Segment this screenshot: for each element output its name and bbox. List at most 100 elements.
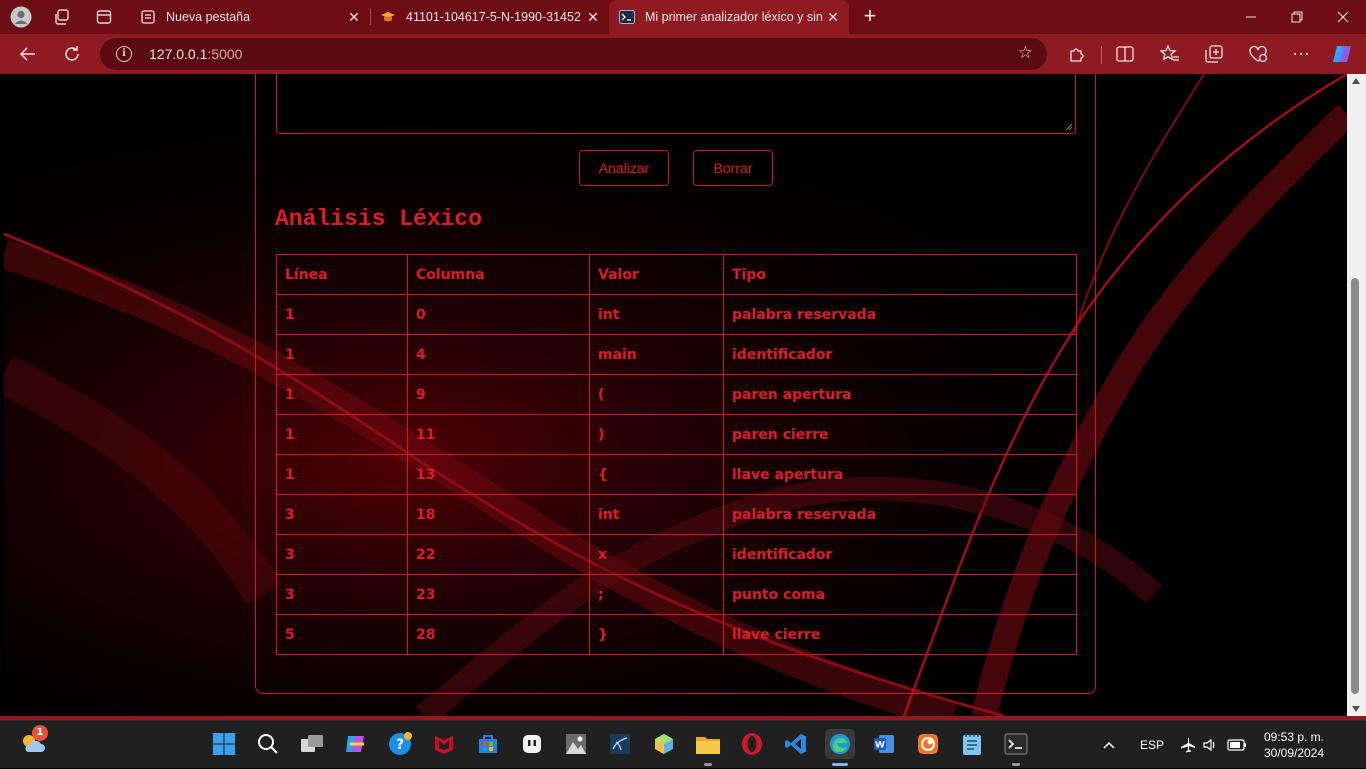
tab-actions-icon[interactable]: [93, 6, 115, 28]
navigation-bar: i 127.0.0.1:5000 ☆ ⋯: [0, 34, 1366, 74]
new-tab-button[interactable]: +: [858, 5, 882, 29]
opera-icon[interactable]: [737, 729, 767, 759]
cell-value: {: [589, 454, 724, 495]
code-input-textarea[interactable]: [276, 74, 1076, 134]
airplane-mode-icon[interactable]: [1180, 721, 1196, 769]
tab-new-tab[interactable]: Nueva pestaña ✕: [130, 0, 370, 34]
more-options-icon[interactable]: ⋯: [1289, 42, 1313, 66]
cell-line: 3: [276, 534, 408, 575]
cell-column: 23: [407, 574, 590, 615]
word-icon[interactable]: W: [869, 729, 899, 759]
clock-time: 09:53 p. m.: [1263, 730, 1325, 744]
table-row: 3 18 int palabra reservada: [276, 494, 1077, 535]
search-icon[interactable]: [253, 729, 283, 759]
restore-button[interactable]: [1274, 0, 1320, 34]
workspaces-icon[interactable]: [51, 6, 73, 28]
cell-value: x: [589, 534, 724, 575]
address-bar[interactable]: i 127.0.0.1:5000 ☆: [100, 38, 1047, 70]
input-language[interactable]: ESP: [1140, 721, 1164, 769]
tab-title: Nueva pestaña: [166, 10, 251, 24]
crunchyroll-icon[interactable]: [913, 729, 943, 759]
column-header-type: Tipo: [723, 254, 1077, 295]
table-row: 1 9(paren apertura: [276, 374, 1077, 415]
profile-avatar-icon[interactable]: [10, 6, 32, 28]
3d-app-icon[interactable]: [649, 729, 679, 759]
weather-widget-icon[interactable]: 1: [18, 725, 48, 758]
table-row: 1 13{llave apertura: [276, 454, 1077, 495]
close-tab-icon[interactable]: ✕: [583, 9, 603, 26]
cell-column: 4: [407, 334, 590, 375]
cell-value: int: [589, 494, 724, 535]
system-clock[interactable]: 09:53 p. m. 30/09/2024: [1254, 729, 1334, 761]
table-body: 1 0 int palabra reservada 1 4 main identificado…: [276, 294, 1077, 655]
cell-type: palabra reservada: [723, 494, 1077, 535]
reader-icon: [380, 9, 396, 25]
table-row: 1 0 int palabra reservada: [276, 294, 1077, 335]
cell-column: 13: [407, 454, 590, 495]
back-button[interactable]: [15, 42, 41, 66]
clock-date: 30/09/2024: [1263, 746, 1325, 760]
extensions-icon[interactable]: [1065, 42, 1089, 66]
edge-icon[interactable]: [825, 729, 855, 759]
copilot-app-icon[interactable]: [341, 729, 371, 759]
copilot-icon[interactable]: [1330, 42, 1354, 66]
photo-app-icon[interactable]: [561, 729, 591, 759]
terminal-app-icon[interactable]: [1001, 729, 1031, 759]
scrollbar-thumb[interactable]: [1351, 278, 1359, 694]
cell-value: }: [589, 614, 724, 655]
tab-title: Mi primer analizador léxico y sint: [645, 10, 823, 24]
cell-type: paren apertura: [723, 374, 1077, 415]
chat-app-icon[interactable]: [517, 729, 547, 759]
show-hidden-icons-chevron-icon[interactable]: [1102, 721, 1116, 769]
file-explorer-icon[interactable]: [693, 729, 723, 759]
terminal-icon: [619, 9, 635, 25]
site-info-icon[interactable]: i: [116, 46, 132, 62]
column-header-line: Línea: [276, 254, 408, 295]
analyze-button[interactable]: Analizar: [579, 150, 669, 186]
browser-essentials-icon[interactable]: [1246, 42, 1270, 66]
scroll-up-arrow-icon[interactable]: [1352, 78, 1360, 84]
minimize-button[interactable]: [1228, 0, 1274, 34]
tab-pdf-document[interactable]: 41101-104617-5-N-1990-31452 ✕: [370, 0, 609, 34]
cell-line: 1: [276, 414, 408, 455]
cell-type: identificador: [723, 534, 1077, 575]
favorites-icon[interactable]: [1158, 42, 1182, 66]
mysql-workbench-icon[interactable]: [605, 729, 635, 759]
close-tab-icon[interactable]: ✕: [344, 9, 364, 26]
vscode-icon[interactable]: [781, 729, 811, 759]
cell-line: 1: [276, 334, 408, 375]
table-row: 1 4 main identificador: [276, 334, 1077, 375]
page-scrollbar[interactable]: [1347, 74, 1366, 716]
resize-grip-icon[interactable]: [1065, 123, 1073, 131]
tab-analyzer[interactable]: Mi primer analizador léxico y sint ✕: [609, 0, 849, 34]
cell-line: 3: [276, 494, 408, 535]
favorite-star-icon[interactable]: ☆: [1018, 43, 1033, 63]
notepad-icon[interactable]: [957, 729, 987, 759]
column-header-value: Valor: [589, 254, 724, 295]
cell-type: identificador: [723, 334, 1077, 375]
refresh-button[interactable]: [59, 42, 85, 66]
cell-value: ;: [589, 574, 724, 615]
table-row: 3 23; punto coma: [276, 574, 1077, 615]
battery-icon[interactable]: [1227, 721, 1247, 769]
scroll-down-arrow-icon[interactable]: [1352, 706, 1360, 712]
volume-icon[interactable]: [1202, 721, 1218, 769]
microsoft-store-icon[interactable]: [473, 729, 503, 759]
help-icon[interactable]: ?: [385, 729, 415, 759]
svg-text:W: W: [875, 741, 885, 751]
url-text: 127.0.0.1:5000: [149, 46, 243, 62]
windows-taskbar: 1 ? W ESP 09:53 p. m. 30/09/2024: [0, 720, 1366, 768]
close-window-button[interactable]: [1320, 0, 1366, 34]
mcafee-icon[interactable]: [429, 729, 459, 759]
start-button-icon[interactable]: [209, 729, 239, 759]
task-view-icon[interactable]: [297, 729, 327, 759]
close-tab-icon[interactable]: ✕: [823, 9, 843, 26]
cell-column: 18: [407, 494, 590, 535]
table-header-row: Línea Columna Valor Tipo: [276, 254, 1077, 295]
page-viewport: Analizar Borrar Análisis Léxico Línea Co…: [4, 74, 1347, 716]
collections-icon[interactable]: [1202, 42, 1226, 66]
cell-line: 5: [276, 614, 408, 655]
clear-button[interactable]: Borrar: [693, 150, 773, 186]
cell-line: 3: [276, 574, 408, 615]
split-screen-icon[interactable]: [1113, 42, 1137, 66]
